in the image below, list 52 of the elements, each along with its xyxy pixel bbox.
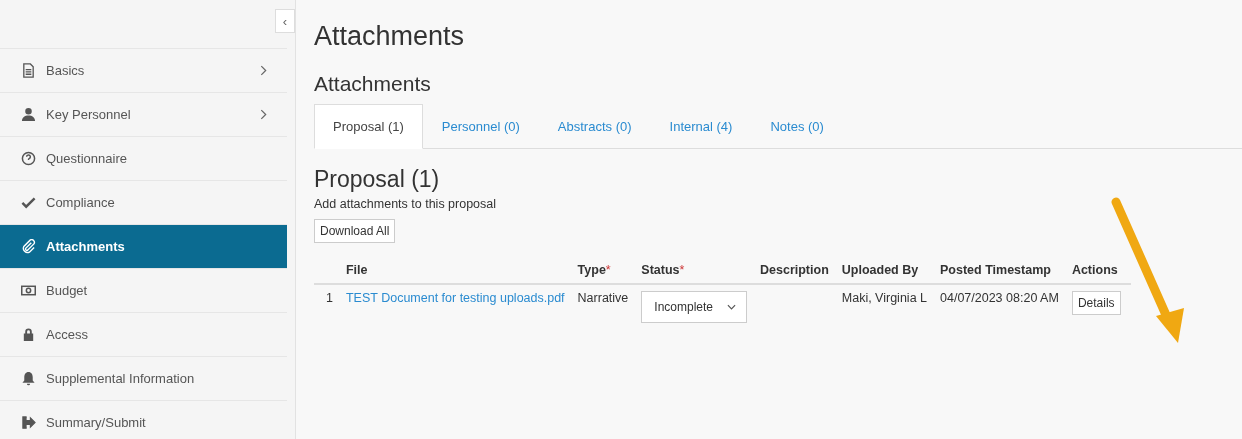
column-header: Actions xyxy=(1068,257,1131,284)
sidebar-item-label: Supplemental Information xyxy=(46,371,196,386)
sidebar-item-label: Access xyxy=(46,327,89,342)
column-header: Posted Timestamp xyxy=(937,257,1069,284)
section-title: Attachments xyxy=(314,71,432,97)
sidebar-item-label: Budget xyxy=(46,283,89,298)
sidebar-item[interactable]: Summary/Submit xyxy=(0,400,287,439)
document-icon xyxy=(21,63,36,78)
column-header: Uploaded By xyxy=(838,257,937,284)
sidebar-item[interactable]: Supplemental Information xyxy=(0,356,287,400)
sidebar-item-label: Attachments xyxy=(46,239,126,254)
checkmark-icon xyxy=(21,195,36,210)
sidebar-item-label: Key Personnel xyxy=(46,107,132,122)
sidebar-item[interactable]: Basics xyxy=(0,48,287,92)
sidebar-item[interactable]: Budget xyxy=(0,268,287,312)
question-circle-icon xyxy=(21,151,36,166)
download-all-button[interactable]: Download All xyxy=(314,219,396,243)
page-title: Attachments xyxy=(314,20,466,52)
panel-description: Add attachments to this proposal xyxy=(314,197,498,211)
collapse-sidebar-button[interactable]: ‹ xyxy=(275,9,295,33)
status-dropdown[interactable]: Incomplete xyxy=(641,291,747,323)
tab[interactable]: Personnel (0) xyxy=(422,104,539,149)
row-number: 1 xyxy=(314,284,343,329)
sidebar-item[interactable]: Key Personnel xyxy=(0,92,287,136)
paperclip-icon xyxy=(21,239,36,254)
table-cell: 04/07/2023 08:20 AM xyxy=(937,284,1069,329)
column-header: Type* xyxy=(574,257,639,284)
sidebar-item[interactable]: Attachments xyxy=(0,224,287,268)
sidebar-item[interactable]: Questionnaire xyxy=(0,136,287,180)
bell-icon xyxy=(21,371,36,386)
tab[interactable]: Abstracts (0) xyxy=(538,104,651,149)
column-header: Status* xyxy=(638,257,757,284)
file-link[interactable]: TEST Document for testing uploads.pdf xyxy=(345,291,565,305)
details-button[interactable]: Details xyxy=(1071,291,1121,315)
table-cell: Maki, Virginia L xyxy=(838,284,937,329)
padlock-icon xyxy=(21,327,36,342)
person-icon xyxy=(21,107,36,122)
sidebar-item-label: Summary/Submit xyxy=(46,415,147,430)
column-header: File xyxy=(342,257,575,284)
sign-out-arrow-icon xyxy=(21,415,36,430)
column-header: Description xyxy=(757,257,839,284)
panel-title: Proposal (1) xyxy=(314,165,441,193)
sidebar-item-label: Compliance xyxy=(46,195,116,210)
table-cell: Narrative xyxy=(574,284,639,329)
tab[interactable]: Internal (4) xyxy=(650,104,752,149)
sidebar-item-label: Questionnaire xyxy=(46,151,128,166)
banknote-icon xyxy=(21,283,36,298)
sidebar-item-label: Basics xyxy=(46,63,86,78)
chevron-down-icon xyxy=(727,304,736,310)
tab[interactable]: Notes (0) xyxy=(751,104,843,149)
tab[interactable]: Proposal (1) xyxy=(314,104,423,149)
sidebar-item[interactable]: Access xyxy=(0,312,287,356)
